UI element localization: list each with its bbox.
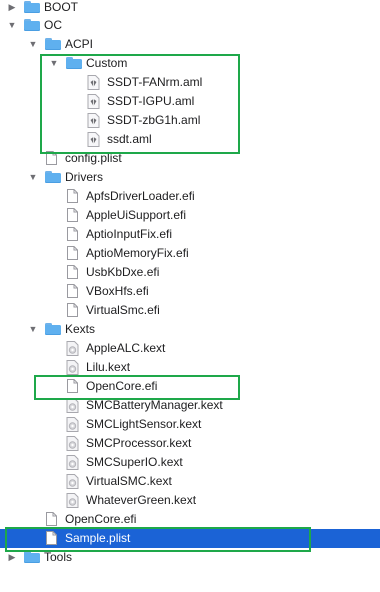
kext-bundle-icon: [66, 493, 79, 508]
tree-item-label: OC: [44, 18, 62, 32]
tree-item-label: SSDT-zbG1h.aml: [107, 113, 201, 127]
tree-row[interactable]: config.plist: [0, 149, 380, 168]
tree-row[interactable]: OpenCore.efi: [0, 377, 380, 396]
tree-row[interactable]: OpenCore.efi: [0, 510, 380, 529]
disclosure-triangle-down-icon[interactable]: ▼: [48, 54, 60, 73]
tree-item-label: VirtualSmc.efi: [86, 303, 160, 317]
tree-item-label: SMCLightSensor.kext: [86, 417, 202, 431]
aml-script-icon: [87, 132, 100, 147]
tree-row[interactable]: ▼ ACPI: [0, 35, 380, 54]
tree-item-label: config.plist: [65, 151, 122, 165]
tree-item-label: SSDT-FANrm.aml: [107, 75, 203, 89]
disclosure-triangle-down-icon[interactable]: ▼: [6, 16, 18, 35]
folder-icon: [45, 38, 61, 50]
tree-row[interactable]: Sample.plist: [0, 529, 380, 548]
tree-row[interactable]: AptioInputFix.efi: [0, 225, 380, 244]
kext-bundle-icon: [66, 417, 79, 432]
document-icon: [67, 379, 78, 393]
document-icon: [67, 208, 78, 222]
tree-item-label: Kexts: [65, 322, 96, 336]
folder-icon: [66, 57, 82, 69]
folder-icon: [24, 1, 40, 13]
tree-row[interactable]: ▼ Custom: [0, 54, 380, 73]
tree-row[interactable]: AppleUiSupport.efi: [0, 206, 380, 225]
tree-item-label: AptioInputFix.efi: [86, 227, 173, 241]
document-icon: [67, 303, 78, 317]
folder-icon: [45, 323, 61, 335]
tree-row[interactable]: SSDT-IGPU.aml: [0, 92, 380, 111]
aml-script-icon: [87, 94, 100, 109]
tree-row[interactable]: VirtualSMC.kext: [0, 472, 380, 491]
tree-row[interactable]: Lilu.kext: [0, 358, 380, 377]
tree-row[interactable]: ApfsDriverLoader.efi: [0, 187, 380, 206]
document-icon: [46, 512, 57, 526]
tree-row[interactable]: AppleALC.kext: [0, 339, 380, 358]
tree-item-label: BOOT: [44, 0, 79, 14]
tree-item-label: SMCProcessor.kext: [86, 436, 192, 450]
kext-bundle-icon: [66, 341, 79, 356]
disclosure-triangle-down-icon[interactable]: ▼: [27, 35, 39, 54]
tree-item-label: AppleUiSupport.efi: [86, 208, 187, 222]
document-icon: [67, 227, 78, 241]
disclosure-triangle-down-icon[interactable]: ▼: [27, 168, 39, 187]
tree-item-label: ssdt.aml: [107, 132, 152, 146]
document-icon: [67, 284, 78, 298]
folder-icon: [24, 551, 40, 563]
tree-item-label: AppleALC.kext: [86, 341, 166, 355]
tree-item-label: VirtualSMC.kext: [86, 474, 172, 488]
kext-bundle-icon: [66, 436, 79, 451]
aml-script-icon: [87, 75, 100, 90]
tree-row[interactable]: SMCProcessor.kext: [0, 434, 380, 453]
tree-item-label: VBoxHfs.efi: [86, 284, 149, 298]
tree-row[interactable]: SMCBatteryManager.kext: [0, 396, 380, 415]
document-icon: [67, 246, 78, 260]
kext-bundle-icon: [66, 398, 79, 413]
disclosure-triangle-right-icon[interactable]: ▶: [6, 548, 18, 567]
document-icon: [46, 531, 57, 545]
tree-row[interactable]: VirtualSmc.efi: [0, 301, 380, 320]
tree-item-label: AptioMemoryFix.efi: [86, 246, 189, 260]
tree-row[interactable]: VBoxHfs.efi: [0, 282, 380, 301]
tree-item-label: ApfsDriverLoader.efi: [86, 189, 195, 203]
tree-row[interactable]: ▼ Drivers: [0, 168, 380, 187]
kext-bundle-icon: [66, 455, 79, 470]
tree-item-label: Tools: [44, 550, 73, 564]
kext-bundle-icon: [66, 360, 79, 375]
tree-item-label: WhateverGreen.kext: [86, 493, 197, 507]
kext-bundle-icon: [66, 474, 79, 489]
disclosure-triangle-right-icon[interactable]: ▶: [6, 0, 18, 17]
document-icon: [67, 265, 78, 279]
tree-row[interactable]: SSDT-FANrm.aml: [0, 73, 380, 92]
disclosure-triangle-down-icon[interactable]: ▼: [27, 320, 39, 339]
document-icon: [67, 189, 78, 203]
document-icon: [46, 151, 57, 165]
tree-row[interactable]: ▶ Tools: [0, 548, 380, 567]
tree-item-label: Sample.plist: [65, 531, 131, 545]
tree-item-label: SMCBatteryManager.kext: [86, 398, 223, 412]
tree-row[interactable]: WhateverGreen.kext: [0, 491, 380, 510]
tree-row[interactable]: UsbKbDxe.efi: [0, 263, 380, 282]
tree-item-label: Lilu.kext: [86, 360, 131, 374]
tree-item-label: OpenCore.efi: [86, 379, 158, 393]
folder-icon: [45, 171, 61, 183]
tree-row[interactable]: ▼ OC: [0, 16, 380, 35]
tree-item-label: OpenCore.efi: [65, 512, 137, 526]
aml-script-icon: [87, 113, 100, 128]
tree-item-label: SMCSuperIO.kext: [86, 455, 183, 469]
tree-row[interactable]: AptioMemoryFix.efi: [0, 244, 380, 263]
tree-item-label: UsbKbDxe.efi: [86, 265, 160, 279]
tree-row[interactable]: ssdt.aml: [0, 130, 380, 149]
tree-item-label: SSDT-IGPU.aml: [107, 94, 195, 108]
tree-row[interactable]: ▼ Kexts: [0, 320, 380, 339]
tree-row[interactable]: ▶ BOOT: [0, 0, 380, 17]
folder-icon: [24, 19, 40, 31]
tree-item-label: ACPI: [65, 37, 94, 51]
tree-item-label: Custom: [86, 56, 128, 70]
tree-row[interactable]: SMCLightSensor.kext: [0, 415, 380, 434]
tree-row[interactable]: SSDT-zbG1h.aml: [0, 111, 380, 130]
tree-row[interactable]: SMCSuperIO.kext: [0, 453, 380, 472]
tree-item-label: Drivers: [65, 170, 103, 184]
